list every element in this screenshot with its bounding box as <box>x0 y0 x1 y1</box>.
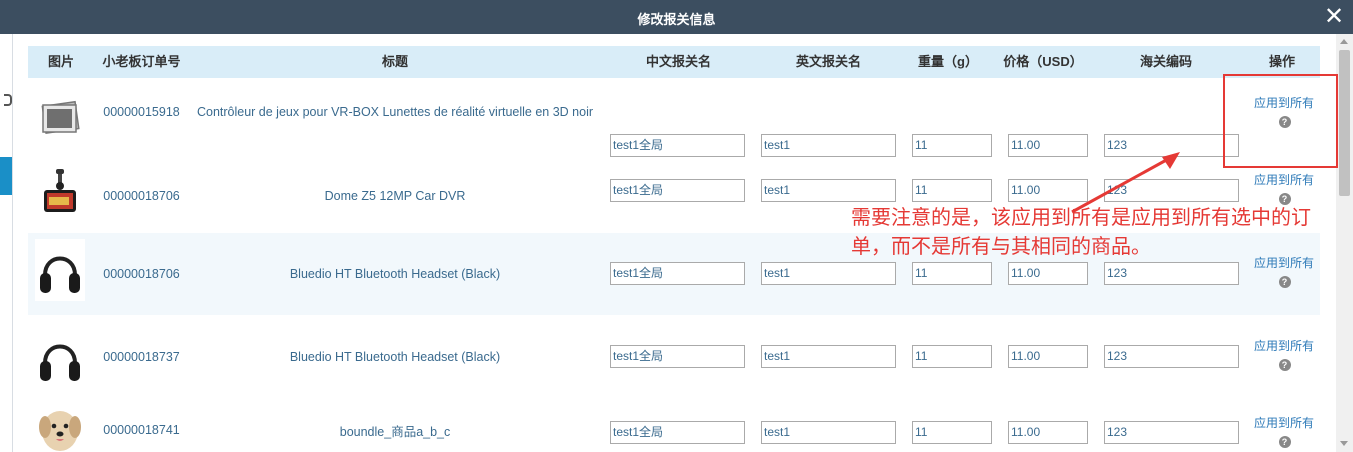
help-icon[interactable]: ? <box>1278 436 1291 448</box>
header-weight: 重量（g） <box>918 54 978 69</box>
weight-input[interactable]: 11 <box>912 262 992 285</box>
product-title: Contrôleur de jeux pour VR-BOX Lunettes … <box>196 105 594 119</box>
header-price: 价格（USD） <box>1003 54 1083 69</box>
cn-name-input[interactable]: test1全局 <box>610 345 745 368</box>
apply-to-all-label: 应用到所有 <box>1254 339 1315 353</box>
background-icon <box>4 94 12 106</box>
weight-input[interactable]: 11 <box>912 345 992 368</box>
scroll-down-arrow-icon[interactable] <box>1336 436 1353 452</box>
en-name-input[interactable]: test1 <box>761 262 896 285</box>
car-dvr-icon <box>44 169 76 212</box>
price-input[interactable]: 11.00 <box>1008 421 1088 444</box>
header-hs-code: 海关编码 <box>1139 54 1192 69</box>
hs-code-input[interactable]: 123 <box>1104 421 1239 444</box>
table-header: 图片 小老板订单号 标题 中文报关名 英文报关名 重量（g） 价格（USD） 海… <box>28 46 1320 78</box>
en-name-input[interactable]: test1 <box>761 179 896 202</box>
product-image <box>35 239 85 301</box>
order-number: 00000018737 <box>103 350 180 364</box>
photo-placeholder-icon <box>41 100 80 134</box>
headset-icon <box>40 344 80 381</box>
header-image: 图片 <box>47 54 74 69</box>
weight-input[interactable]: 11 <box>912 421 992 444</box>
hs-code-input[interactable]: 123 <box>1104 345 1239 368</box>
dog-icon <box>39 411 81 451</box>
product-image <box>35 327 85 389</box>
help-icon[interactable]: ? <box>1278 359 1291 371</box>
headset-icon <box>40 256 80 293</box>
page: 修改报关信息 ✕ 图片 小老板订单号 标题 中文报关名 英文报关名 重量（g） … <box>0 0 1353 452</box>
apply-to-all-label: 应用到所有 <box>1254 173 1315 187</box>
scroll-up-arrow-icon[interactable] <box>1336 34 1353 50</box>
product-image <box>35 92 85 142</box>
header-en-name: 英文报关名 <box>795 54 861 69</box>
en-name-input[interactable]: test1 <box>761 345 896 368</box>
table-row: 00000018741 boundle_商品a_b_c test1全局 test… <box>28 400 1320 452</box>
apply-to-all-label: 应用到所有 <box>1254 416 1315 430</box>
product-title: Bluedio HT Bluetooth Headset (Black) <box>289 267 501 281</box>
header-title: 标题 <box>381 54 408 69</box>
hs-code-input[interactable]: 123 <box>1104 262 1239 285</box>
scroll-thumb[interactable] <box>1339 50 1350 196</box>
product-image <box>35 166 85 216</box>
background-accent-tab <box>0 157 12 195</box>
en-name-input[interactable]: test1 <box>761 134 896 157</box>
header-order-no: 小老板订单号 <box>102 54 181 69</box>
apply-to-all-link[interactable]: 应用到所有? <box>1254 337 1314 375</box>
product-title: boundle_商品a_b_c <box>339 424 451 439</box>
order-number: 00000018706 <box>103 188 180 203</box>
table-row: 00000015918 Contrôleur de jeux pour VR-B… <box>28 78 1320 158</box>
cn-name-input[interactable]: test1全局 <box>610 134 745 157</box>
product-title: Dome Z5 12MP Car DVR <box>324 188 466 203</box>
header-cn-name: 中文报关名 <box>645 54 711 69</box>
table-row: 00000018737 Bluedio HT Bluetooth Headset… <box>28 315 1320 400</box>
price-input[interactable]: 11.00 <box>1008 262 1088 285</box>
weight-input[interactable]: 11 <box>912 134 992 157</box>
apply-to-all-link[interactable]: 应用到所有? <box>1254 414 1314 452</box>
weight-input[interactable]: 11 <box>912 179 992 202</box>
dialog-title: 修改报关信息 <box>637 12 716 27</box>
order-number: 00000018741 <box>103 423 180 437</box>
help-icon[interactable]: ? <box>1278 276 1291 288</box>
en-name-input[interactable]: test1 <box>761 421 896 444</box>
dialog-titlebar: 修改报关信息 ✕ <box>0 0 1353 34</box>
highlight-box <box>1223 74 1338 168</box>
product-image <box>35 405 85 452</box>
cn-name-input[interactable]: test1全局 <box>610 262 745 285</box>
annotation-note: 需要注意的是，该应用到所有是应用到所有选中的订单，而不是所有与其相同的商品。 <box>851 205 1311 258</box>
order-number: 00000018706 <box>103 267 180 281</box>
price-input[interactable]: 11.00 <box>1008 345 1088 368</box>
product-title: Bluedio HT Bluetooth Headset (Black) <box>289 350 501 364</box>
cn-name-input[interactable]: test1全局 <box>610 421 745 444</box>
close-icon[interactable]: ✕ <box>1322 4 1346 30</box>
order-number: 00000015918 <box>103 105 180 119</box>
cn-name-input[interactable]: test1全局 <box>610 179 745 202</box>
